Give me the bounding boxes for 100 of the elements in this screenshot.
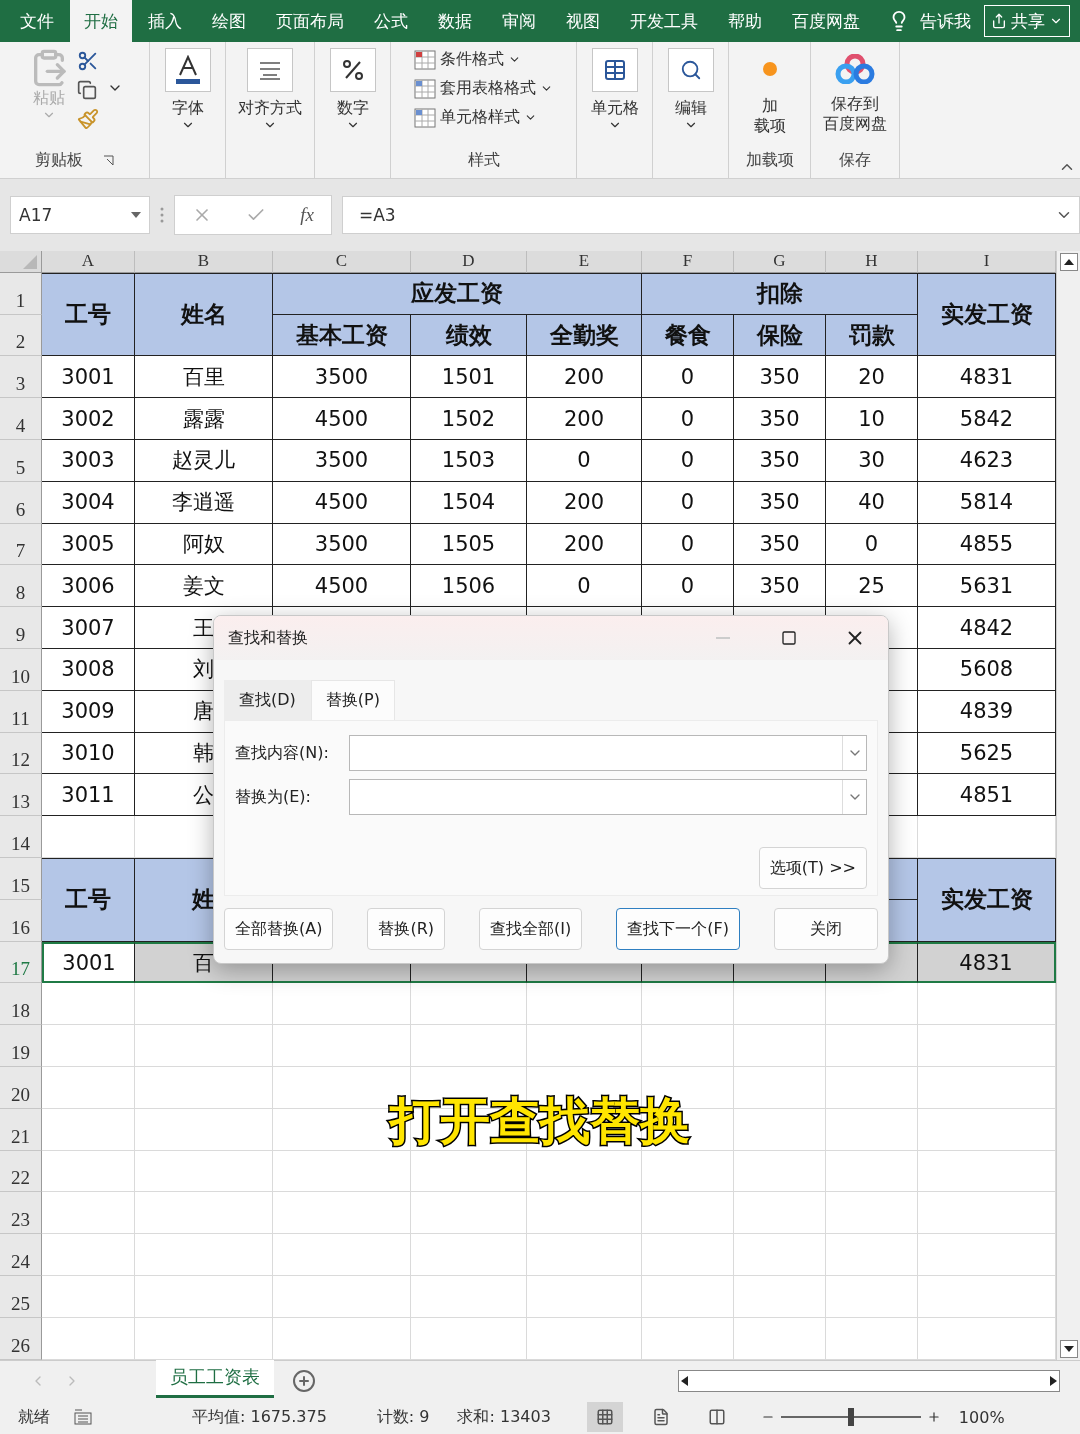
cut-icon[interactable] — [76, 50, 99, 72]
column-header[interactable]: G — [734, 250, 826, 273]
formula-field[interactable]: =A3 — [342, 195, 1080, 234]
sheet-tab[interactable]: 员工工资表 — [156, 1359, 274, 1398]
table-cell: 3005 — [42, 523, 135, 566]
scroll-up-button[interactable] — [1059, 252, 1078, 271]
normal-view-button[interactable] — [586, 1402, 623, 1432]
menu-tab[interactable]: 文件 — [6, 0, 68, 42]
scroll-down-button[interactable] — [1059, 1340, 1078, 1359]
horizontal-scrollbar[interactable] — [678, 1369, 1060, 1392]
table-cell: 1505 — [411, 523, 527, 566]
menu-tab[interactable]: 帮助 — [714, 0, 776, 42]
copy-icon[interactable] — [76, 80, 97, 100]
zoom-in-icon[interactable] — [926, 1410, 941, 1424]
share-button[interactable]: 共享 — [984, 5, 1070, 37]
column-header[interactable]: C — [273, 250, 411, 273]
column-header[interactable]: A — [42, 250, 135, 273]
row-header[interactable]: 21 — [0, 1108, 42, 1151]
row-header[interactable]: 23 — [0, 1192, 42, 1235]
row-header[interactable]: 5 — [0, 440, 42, 482]
menu-tab[interactable]: 插入 — [134, 0, 196, 42]
column-header[interactable]: F — [642, 250, 734, 273]
style-menu-button[interactable]: 单元格样式 — [412, 104, 539, 131]
column-header[interactable]: D — [411, 250, 527, 273]
table-cell: 200 — [527, 356, 642, 399]
table-cell: 3002 — [42, 398, 135, 441]
dialog-button[interactable]: 关闭 — [774, 908, 878, 950]
table-cell: 5625 — [918, 732, 1056, 775]
dialog-tab[interactable]: 替换(P) — [310, 680, 395, 720]
menu-tab[interactable]: 视图 — [552, 0, 614, 42]
sum-text: 求和: 13403 — [457, 1406, 551, 1428]
menu-tab[interactable]: 绘图 — [198, 0, 260, 42]
row-header[interactable]: 8 — [0, 565, 42, 608]
dot-icon — [762, 62, 777, 76]
row-header[interactable]: 1 — [0, 272, 42, 315]
row-header[interactable]: 19 — [0, 1025, 42, 1067]
row-header[interactable]: 16 — [0, 899, 42, 942]
dialog-tab[interactable]: 查找(D) — [224, 680, 311, 720]
column-header[interactable]: I — [918, 250, 1056, 273]
row-header[interactable]: 15 — [0, 858, 42, 900]
menu-tab[interactable]: 开发工具 — [616, 0, 712, 42]
table-cell: 姜文 — [135, 565, 273, 608]
row-header[interactable]: 14 — [0, 816, 42, 858]
format-painter-icon[interactable] — [76, 108, 99, 130]
column-header[interactable]: H — [826, 250, 918, 273]
row-header[interactable]: 25 — [0, 1276, 42, 1318]
input-field[interactable] — [349, 779, 867, 815]
column-header[interactable]: E — [527, 250, 642, 273]
select-all-button[interactable] — [0, 250, 42, 273]
row-header[interactable]: 11 — [0, 690, 42, 733]
row-header[interactable]: 18 — [0, 983, 42, 1026]
menu-tab[interactable]: 公式 — [360, 0, 422, 42]
row-header[interactable]: 26 — [0, 1317, 42, 1360]
row-header[interactable]: 13 — [0, 774, 42, 817]
row-header[interactable]: 9 — [0, 607, 42, 650]
vertical-scrollbar[interactable] — [1056, 250, 1080, 1361]
row-header[interactable]: 7 — [0, 523, 42, 566]
cells-button[interactable]: 单元格 — [588, 46, 641, 134]
scroll-left-icon[interactable] — [679, 1374, 691, 1387]
insert-function-button[interactable]: fx — [300, 203, 314, 226]
add-sheet-icon[interactable] — [292, 1368, 316, 1393]
input-field[interactable] — [349, 735, 867, 771]
addin-button[interactable]: 加 载项 — [751, 46, 788, 138]
row-header[interactable]: 10 — [0, 649, 42, 691]
menu-tab[interactable]: 数据 — [424, 0, 486, 42]
row-header[interactable]: 22 — [0, 1150, 42, 1193]
font-button[interactable]: 字体 — [162, 46, 213, 134]
cloud-button[interactable]: 保存到 百度网盘 — [821, 46, 889, 136]
row-header[interactable]: 17 — [0, 941, 42, 984]
name-box[interactable]: A17 — [10, 195, 150, 234]
edit-button[interactable]: 编辑 — [665, 46, 716, 134]
row-header[interactable]: 12 — [0, 732, 42, 775]
dialog-button[interactable]: 全部替换(A) — [224, 908, 334, 950]
column-header[interactable]: B — [135, 250, 273, 273]
dialog-button[interactable]: 查找全部(I) — [479, 908, 583, 950]
row-header[interactable]: 3 — [0, 356, 42, 399]
minimize-icon — [716, 637, 730, 639]
row-header[interactable]: 24 — [0, 1234, 42, 1276]
scroll-right-icon[interactable] — [1047, 1374, 1059, 1387]
menu-tab[interactable]: 百度网盘 — [778, 0, 874, 42]
table-cell: 3001 — [42, 356, 135, 399]
align-button[interactable]: 对齐方式 — [236, 46, 304, 134]
row-header[interactable]: 6 — [0, 481, 42, 524]
dialog-button[interactable]: 查找下一个(F) — [616, 908, 740, 950]
row-header[interactable]: 4 — [0, 398, 42, 441]
row-header[interactable]: 2 — [0, 314, 42, 357]
menu-tab[interactable]: 开始 — [70, 0, 132, 42]
macro-icon[interactable] — [74, 1409, 92, 1425]
options-button[interactable]: 选项(T) >> — [758, 847, 867, 889]
launcher-icon[interactable] — [103, 155, 114, 167]
row-header[interactable]: 20 — [0, 1067, 42, 1109]
style-menu-button[interactable]: 条件格式 — [412, 46, 523, 73]
dialog-button[interactable]: 替换(R) — [367, 908, 446, 950]
style-menu-button[interactable]: 套用表格格式 — [412, 75, 555, 102]
table-cell: 350 — [734, 440, 826, 482]
tell-me-link[interactable]: 告诉我 — [920, 9, 971, 33]
menu-tab[interactable]: 审阅 — [488, 0, 550, 42]
menu-tab[interactable]: 页面布局 — [262, 0, 358, 42]
number-button[interactable]: 数字 — [327, 46, 378, 134]
group-label: 加载项 — [745, 150, 794, 172]
